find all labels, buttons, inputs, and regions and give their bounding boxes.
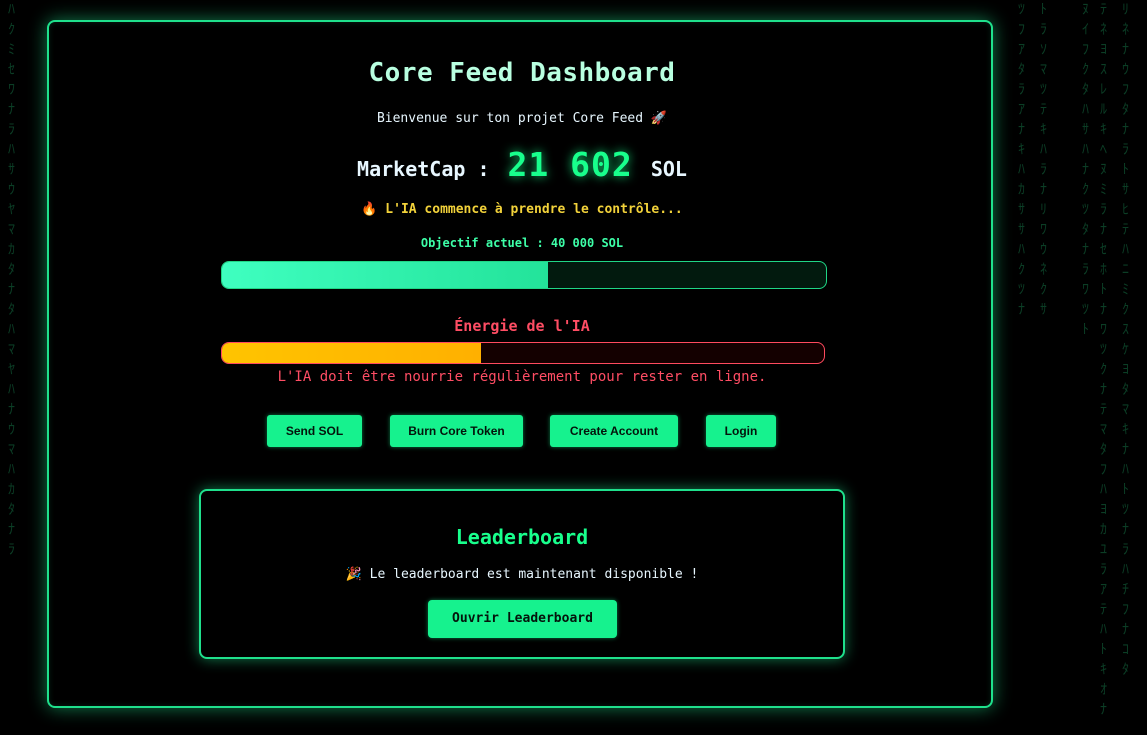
- matrix-rain-right-3: ﾇ ｲ ﾌ ｸ ﾀ ﾊ ｻ ﾊ ﾅ ｸ ﾂ ﾀ ﾅ ﾗ ﾜ ﾂ ﾄ: [1082, 2, 1089, 338]
- energy-label: Énergie de l'IA: [454, 317, 590, 335]
- marketcap-value: 21 602: [507, 145, 633, 184]
- marketcap-label: MarketCap :: [357, 157, 490, 181]
- marketcap-unit: SOL: [650, 157, 687, 181]
- matrix-rain-right-5: ﾘ ﾈ ﾅ ｳ ﾌ ﾀ ﾅ ﾗ ﾄ ｻ ﾋ ﾃ ﾊ ﾆ ﾐ ｸ ｽ ｹ ﾖ ﾀ …: [1122, 2, 1129, 678]
- objective-label: Objectif actuel : 40 000 SOL: [420, 236, 624, 250]
- matrix-rain-left: ﾊ ｸ ﾐ ｾ ﾜ ﾅ ﾗ ﾊ ｻ ｳ ﾔ ﾏ ｶ ﾀ ﾅ ﾀ ﾊ ﾏ ﾔ ﾊ …: [8, 2, 15, 558]
- dashboard-panel: Core Feed Dashboard Bienvenue sur ton pr…: [47, 20, 993, 708]
- status-message: 🔥 L'IA commence à prendre le contrôle...: [361, 202, 683, 217]
- page-title: Core Feed Dashboard: [368, 58, 676, 88]
- burn-core-token-button[interactable]: Burn Core Token: [390, 415, 523, 447]
- login-button[interactable]: Login: [706, 415, 776, 447]
- send-sol-button[interactable]: Send SOL: [267, 415, 362, 447]
- marketcap-display: MarketCap : 21 602 SOL: [49, 140, 995, 194]
- energy-note: L'IA doit être nourrie régulièrement pou…: [277, 369, 767, 385]
- leaderboard-title: Leaderboard: [455, 525, 589, 549]
- matrix-rain-right-2: ﾄ ﾗ ｿ ﾏ ﾂ ﾃ ｷ ﾊ ﾗ ﾅ ﾘ ﾜ ｳ ﾈ ｸ ｻ: [1040, 2, 1047, 318]
- energy-bar: [221, 342, 825, 364]
- objective-progress-bar: [221, 261, 827, 289]
- open-leaderboard-button[interactable]: Ouvrir Leaderboard: [428, 600, 617, 638]
- welcome-message: Bienvenue sur ton projet Core Feed 🚀: [376, 111, 668, 126]
- matrix-rain-right-1: ﾂ ﾌ ｱ ﾀ ﾗ ｱ ﾅ ｷ ﾊ ｶ ｻ ｻ ﾊ ｸ ﾂ ﾅ: [1018, 2, 1025, 318]
- create-account-button[interactable]: Create Account: [550, 415, 678, 447]
- leaderboard-message: 🎉 Le leaderboard est maintenant disponib…: [345, 567, 699, 582]
- objective-progress-fill: [222, 262, 549, 288]
- matrix-rain-right-4: ﾃ ﾈ ﾖ ｽ ﾚ ﾙ ｷ ﾍ ﾇ ﾐ ﾗ ﾅ ｾ ﾎ ﾄ ﾅ ﾜ ﾂ ｸ ﾅ …: [1100, 2, 1107, 718]
- leaderboard-card: Leaderboard 🎉 Le leaderboard est mainten…: [199, 489, 845, 659]
- energy-fill: [222, 343, 481, 363]
